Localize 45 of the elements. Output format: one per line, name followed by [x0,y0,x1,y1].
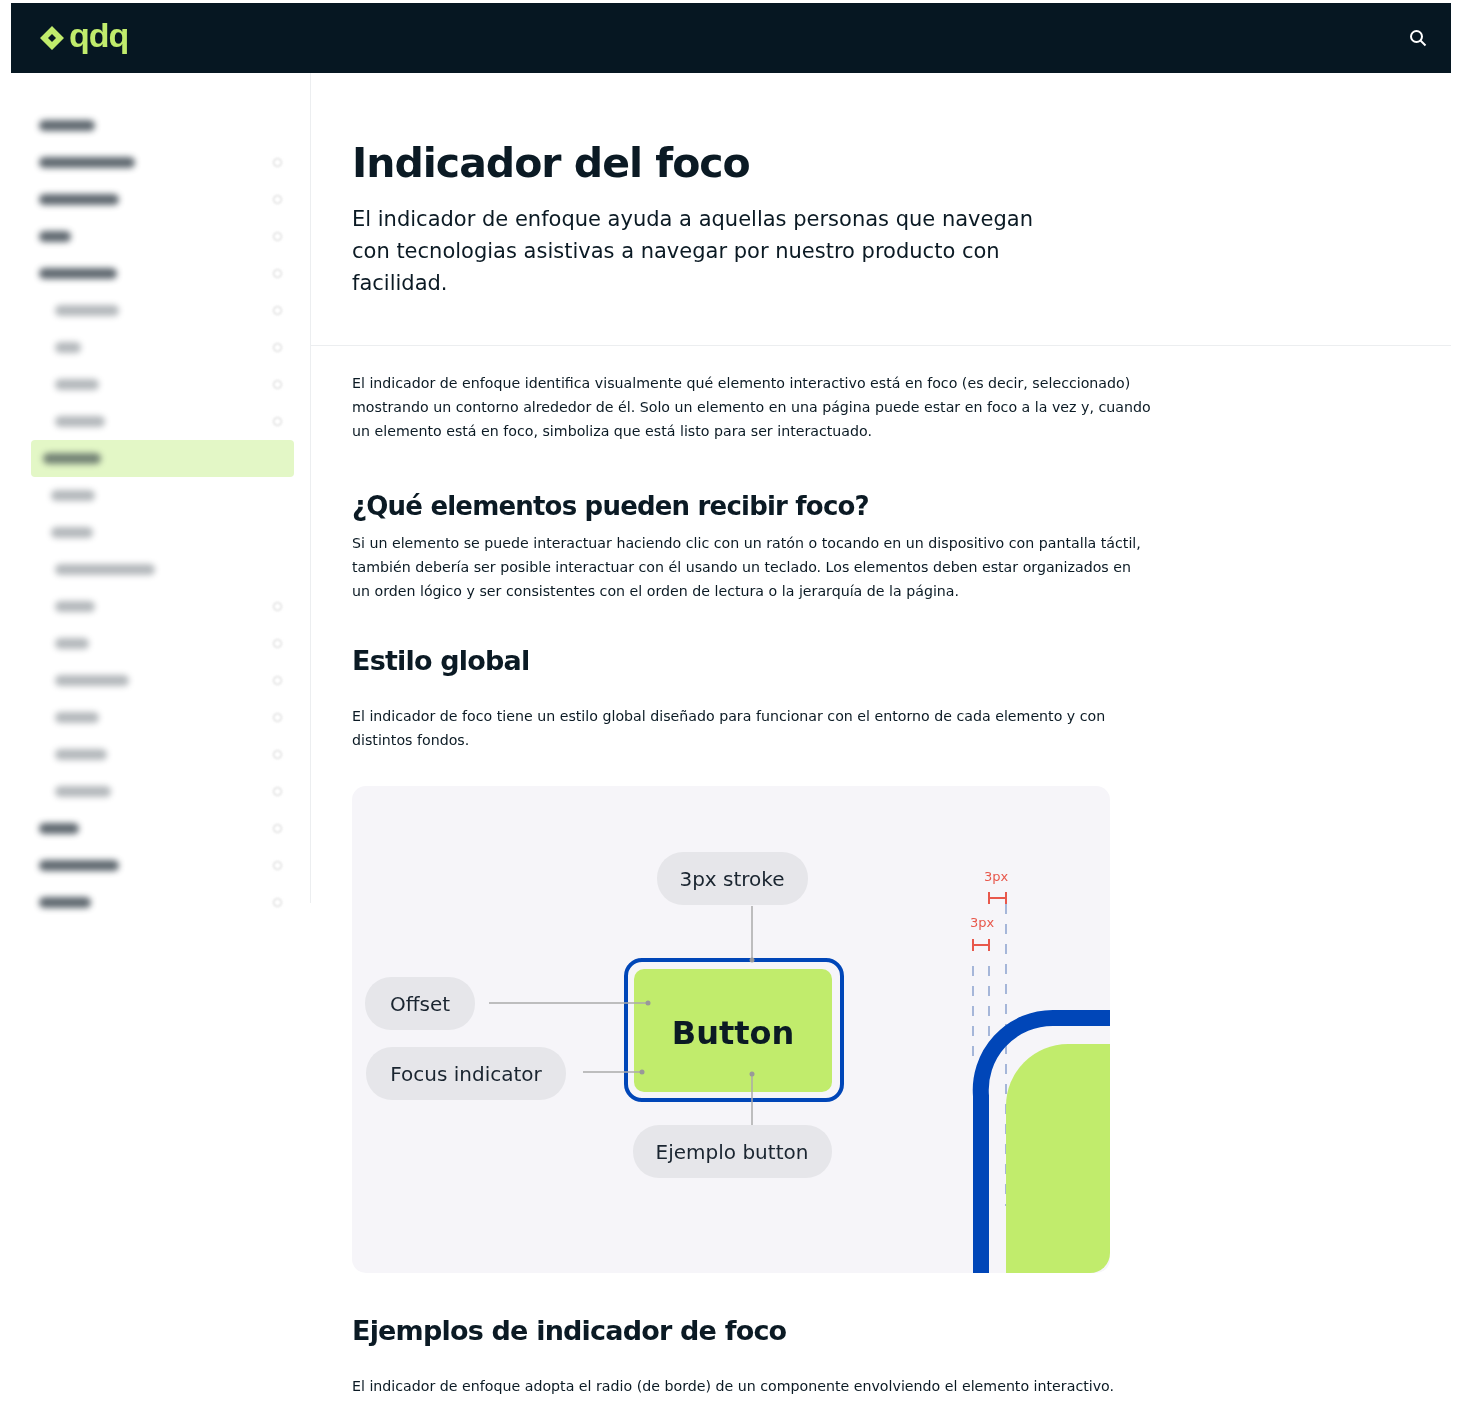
example-label: Ejemplo button [655,1140,809,1164]
blurred-label-drawing [55,416,105,427]
blurred-label-drawing [39,231,71,242]
blurred-label-drawing [55,305,119,316]
blurred-label-drawing [51,527,93,538]
blurred-label-drawing [55,749,107,760]
search-icon[interactable] [1409,29,1427,47]
connector-line [582,1071,643,1073]
section-heading: ¿Qué elementos pueden recibir foco? [352,491,870,521]
blurred-label-drawing [55,379,99,390]
blurred-label-drawing [39,823,79,834]
blurred-label-drawing [39,120,95,131]
connector-dot [639,1069,645,1075]
connector-line [751,1073,753,1126]
blurred-label-drawing [55,712,99,723]
blurred-label-drawing [55,786,111,797]
focus-indicator-label: Focus indicator [390,1062,542,1086]
section-heading: Estilo global [352,645,531,676]
measure-label: 3px [983,869,1009,884]
connector-dot [749,957,755,963]
blurred-label-drawing [55,342,81,353]
intro-paragraph: El indicador de enfoque identifica visualmente qué elemento interactivo está en foco (es decir, seleccionado) mostrando un contorno alrededor de él. Solo un elemento en una página puede estar en foco a la vez y, cuando un elemento está en foco, simboliza que está listo para ser interactuado. [352,374,1152,441]
blurred-label-drawing [55,601,95,612]
sidebar-item[interactable] [31,440,294,477]
logo-text[interactable]: qdq [69,18,129,52]
lead-paragraph: El indicador de enfoque ayuda a aquellas personas que navegan con tecnologias asistivas a navegar por nuestro producto con facilidad. [352,206,1034,297]
blurred-label-drawing [51,490,95,501]
section-paragraph: El indicador de foco tiene un estilo global diseñado para funcionar con el entorno de cada elemento y con distintos fondos. [352,707,1107,750]
offset-label: Offset [389,992,451,1016]
section-paragraph: Si un elemento se puede interactuar haciendo clic con un ratón o tocando en un dispositivo con pantalla táctil, también debería ser posible interactuar con él usando un teclado. Los elementos deben estar organizados en un orden lógico y ser consistentes con el orden de lectura o la jerarquía de la página. [352,534,1142,601]
diamond-logo-icon [39,25,65,51]
connector-line [751,905,753,959]
section-paragraph: El indicador de enfoque adopta el radio (de borde) de un componente envolviendo el elemento interactivo. [352,1377,1116,1396]
blurred-label-drawing [39,897,91,908]
blurred-label-drawing [55,638,89,649]
measure-bracket [988,891,1007,905]
connector-dot [645,1000,651,1006]
section-heading: Ejemplos de indicador de foco [352,1315,788,1346]
blurred-label-drawing [43,453,101,464]
page-title: Indicador del foco [352,139,751,187]
connector-dot [749,1071,755,1077]
measure-label: 3px [969,915,995,930]
button-label: Button [671,1014,795,1052]
measure-bracket [972,938,990,952]
stroke-label: 3px stroke [679,867,785,891]
